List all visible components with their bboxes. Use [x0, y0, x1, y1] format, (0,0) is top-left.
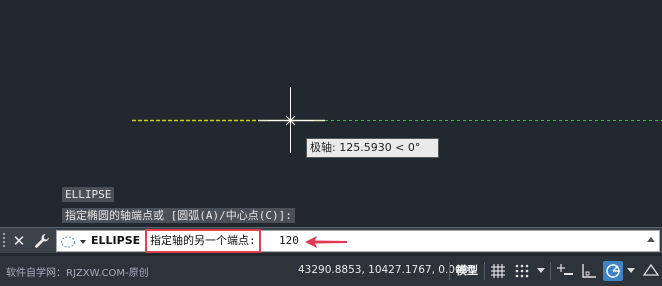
model-space-button[interactable]: 模型	[452, 260, 482, 282]
annotation-arrow-icon	[303, 234, 349, 248]
separator	[449, 262, 450, 280]
customize-wrench-icon[interactable]	[33, 232, 51, 250]
recent-commands-dropdown[interactable]	[59, 234, 89, 250]
grip-handle-icon[interactable]	[3, 233, 7, 249]
command-input-value[interactable]: 120	[279, 231, 299, 251]
dynamic-input-icon[interactable]	[555, 261, 575, 281]
command-line-bar: ✕ ELLIPSE 指定轴的另一个端点: 120	[0, 227, 662, 253]
snap-mode-icon[interactable]	[512, 261, 532, 281]
polar-tooltip: 极轴: 125.5930 < 0°	[306, 138, 439, 158]
command-input-field[interactable]: ELLIPSE 指定轴的另一个端点: 120	[56, 229, 660, 253]
watermark-text: 软件自学网：RJZXW.COM-原创	[6, 268, 149, 279]
active-command-name: ELLIPSE	[91, 234, 141, 247]
separator	[550, 262, 551, 280]
separator	[484, 262, 485, 280]
polar-dropdown-icon[interactable]	[627, 268, 635, 273]
isodraft-icon[interactable]	[641, 261, 661, 281]
command-prompt-text: 指定轴的另一个端点:	[145, 229, 261, 253]
command-history-line: ELLIPSE	[62, 187, 115, 202]
command-history-expand-icon[interactable]	[647, 237, 655, 242]
status-bar: 软件自学网：RJZXW.COM-原创 43290.8853, 10427.176…	[0, 256, 662, 286]
snap-dropdown-icon[interactable]	[537, 268, 545, 273]
command-history-line: 指定椭圆的轴端点或 [圆弧(A)/中心点(C)]:	[62, 208, 295, 223]
polar-tracking-icon[interactable]	[603, 261, 623, 281]
close-icon[interactable]: ✕	[12, 231, 26, 251]
grid-display-icon[interactable]	[488, 261, 508, 281]
ortho-mode-icon[interactable]	[579, 261, 599, 281]
